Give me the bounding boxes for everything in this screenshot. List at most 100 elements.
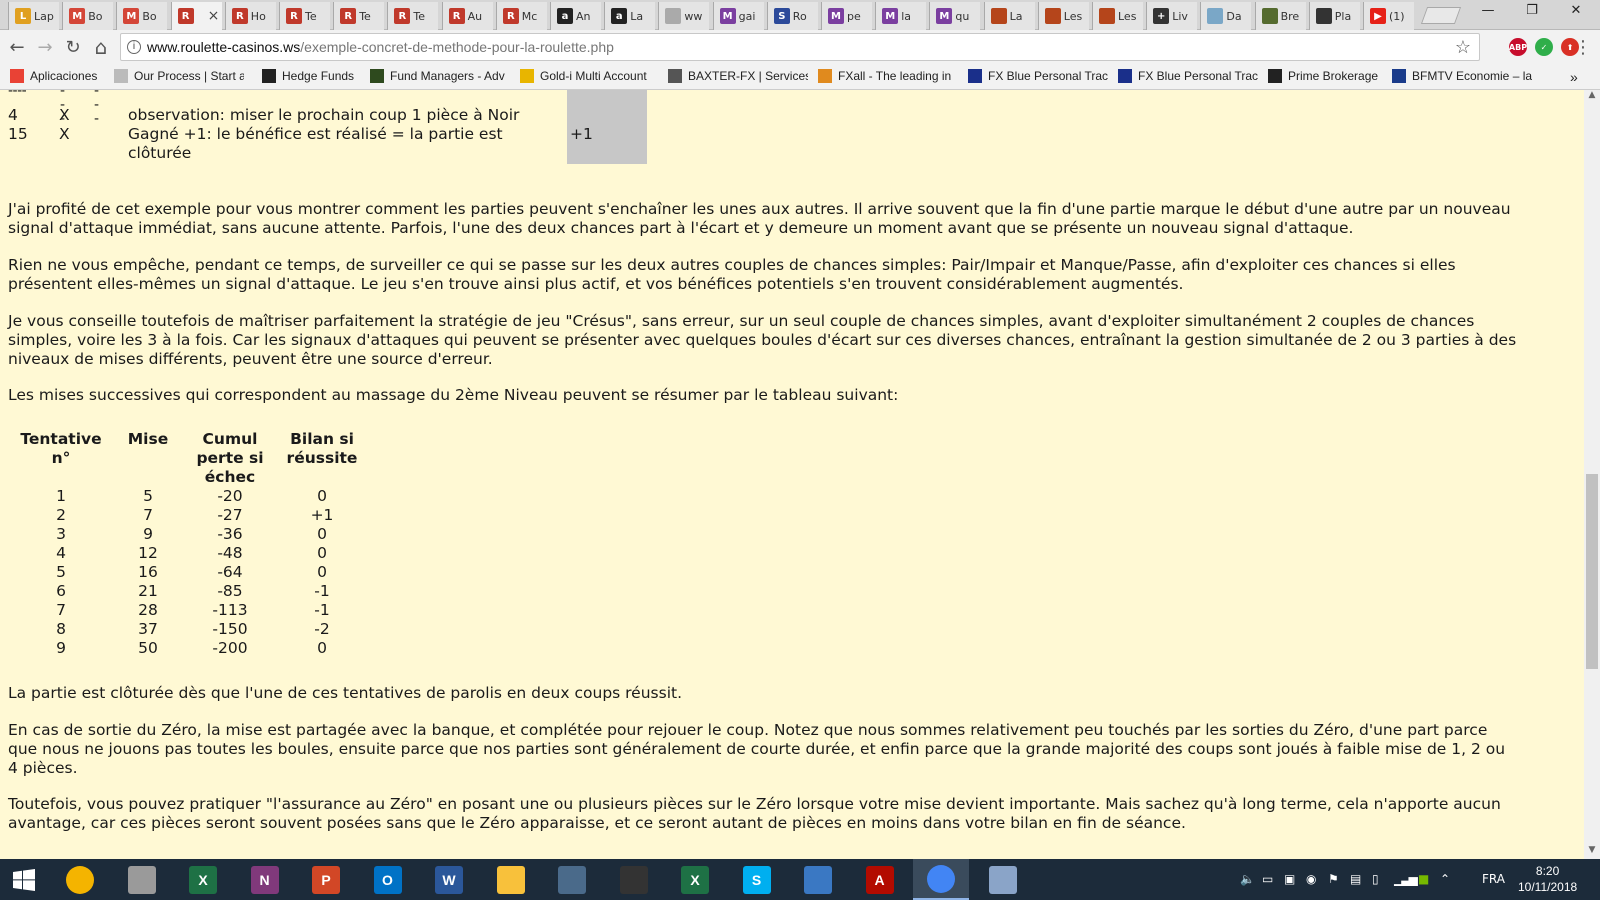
taskbar-app[interactable] — [790, 859, 846, 900]
address-bar[interactable]: i www.roulette-casinos.ws/exemple-concre… — [120, 33, 1480, 61]
notification-expand-icon[interactable]: ⌃ — [1440, 872, 1450, 886]
bookmark-item[interactable]: BFMTV Economie – la — [1392, 69, 1532, 83]
info-icon[interactable]: i — [127, 40, 141, 54]
bookmark-label: FX Blue Personal Trac — [1138, 69, 1258, 83]
browser-tab[interactable]: S Ro — [766, 2, 818, 30]
header-line: échec — [204, 468, 256, 486]
browser-tab[interactable]: Pla — [1308, 2, 1360, 30]
tab-title: Te — [359, 9, 371, 23]
taskbar-app[interactable]: S — [729, 859, 785, 900]
restore-window-button[interactable]: ❐ — [1512, 0, 1552, 20]
scroll-up-arrow-icon[interactable]: ▲ — [1584, 90, 1600, 104]
tray-app-icon[interactable]: ◉ — [1306, 872, 1316, 886]
taskbar-app[interactable] — [483, 859, 539, 900]
browser-tab[interactable]: a La — [604, 2, 656, 30]
page-scrollbar[interactable]: ▲ ▼ — [1584, 90, 1600, 859]
table-cell: 2 — [56, 506, 66, 524]
browser-tab[interactable]: L Lap — [8, 2, 59, 30]
bookmark-item[interactable]: Aplicaciones — [10, 69, 97, 83]
browser-tab[interactable]: a An — [550, 2, 601, 30]
bookmark-item[interactable]: FXall - The leading in — [818, 69, 951, 83]
browser-tab[interactable]: La — [983, 2, 1035, 30]
taskbar-app[interactable] — [114, 859, 170, 900]
more-bookmarks-button[interactable]: » — [1570, 69, 1578, 85]
taskbar-app[interactable]: A — [852, 859, 908, 900]
tab-title: Ho — [250, 9, 266, 23]
check-extension-icon[interactable]: ✓ — [1535, 38, 1553, 56]
reload-button[interactable]: ↻ — [60, 34, 86, 60]
bookmark-item[interactable]: FX Blue Personal Trac — [968, 69, 1108, 83]
minimize-window-button[interactable]: — — [1468, 0, 1508, 20]
taskbar-app[interactable]: O — [360, 859, 416, 900]
taskbar-app[interactable] — [606, 859, 662, 900]
taskbar-app[interactable]: X — [175, 859, 231, 900]
taskbar-app[interactable] — [975, 859, 1031, 900]
browser-tab[interactable]: Da — [1200, 2, 1252, 30]
back-button[interactable]: ← — [4, 34, 30, 60]
url-path: /exemple-concret-de-methode-pour-la-roul… — [300, 39, 614, 55]
forward-button[interactable]: → — [32, 34, 58, 60]
bookmark-item[interactable]: Gold-i Multi Account — [520, 69, 647, 83]
flag-icon[interactable]: ⚑ — [1328, 872, 1339, 886]
taskbar-app[interactable] — [52, 859, 108, 900]
browser-tab[interactable]: R Te — [279, 2, 330, 30]
home-button[interactable]: ⌂ — [88, 34, 114, 60]
scrollbar-thumb[interactable] — [1586, 474, 1598, 669]
browser-tab[interactable]: R Au — [441, 2, 493, 30]
bookmark-item[interactable]: Our Process | Start a — [114, 69, 244, 83]
upload-extension-icon[interactable]: ⬆ — [1561, 38, 1579, 56]
tray-app-icon[interactable]: ▭ — [1262, 872, 1273, 886]
bookmark-item[interactable]: Fund Managers - Adv — [370, 69, 505, 83]
browser-tab[interactable]: M Bo — [62, 2, 114, 30]
tab-title: Les — [1063, 9, 1083, 23]
taskbar-app[interactable] — [544, 859, 600, 900]
bookmark-item[interactable]: FX Blue Personal Trac — [1118, 69, 1258, 83]
browser-tab[interactable]: R Te — [387, 2, 439, 30]
bookmark-item[interactable]: BAXTER-FX | Services — [668, 69, 808, 83]
back-arrow-icon: ← — [9, 36, 25, 58]
browser-tab[interactable]: R × — [170, 2, 222, 30]
browser-tab[interactable]: R Mc — [495, 2, 547, 30]
browser-tab[interactable]: Mgai — [712, 2, 764, 30]
taskbar-app[interactable]: N — [237, 859, 293, 900]
bookmark-item[interactable]: Hedge Funds — [262, 69, 354, 83]
taskbar-app[interactable]: P — [298, 859, 354, 900]
browser-tab[interactable]: Les — [1037, 2, 1089, 30]
network-tray-icon[interactable]: ▣ — [1284, 872, 1295, 886]
browser-tab[interactable]: + Liv — [1146, 2, 1198, 30]
printer-icon[interactable]: ▤ — [1350, 872, 1361, 886]
wifi-signal-icon[interactable]: ▁▃▅ — [1394, 872, 1418, 886]
browser-tab[interactable]: Mpe — [821, 2, 872, 30]
browser-tab[interactable]: R Te — [333, 2, 385, 30]
taskbar-app[interactable]: X — [667, 859, 723, 900]
tab-close-icon[interactable]: × — [208, 8, 220, 24]
battery-icon[interactable]: ▯ — [1372, 872, 1379, 886]
start-button[interactable] — [0, 859, 48, 900]
browser-tab[interactable]: ww — [658, 2, 710, 30]
bookmark-item[interactable]: Prime Brokerage — [1268, 69, 1378, 83]
paragraph-line: Je vous conseille toutefois de maîtriser… — [8, 312, 1475, 330]
tab-favicon-icon: L — [15, 8, 31, 24]
table-cell: 7 — [143, 506, 153, 524]
browser-tab[interactable]: Les — [1092, 2, 1143, 30]
adblock-icon[interactable]: ABP — [1509, 38, 1527, 56]
volume-icon[interactable]: 🔈 — [1240, 872, 1255, 886]
browser-tab[interactable]: R Ho — [224, 2, 276, 30]
browser-tab[interactable]: Mqu — [929, 2, 981, 30]
close-window-button[interactable]: ✕ — [1556, 0, 1596, 20]
windows-logo-icon — [13, 868, 35, 891]
notepad-icon — [127, 865, 156, 894]
taskbar-app[interactable]: W — [421, 859, 477, 900]
bookmark-star-icon[interactable]: ☆ — [1455, 37, 1471, 58]
browser-tab[interactable]: M Bo — [116, 2, 168, 30]
clock[interactable]: 8:20 10/11/2018 — [1518, 863, 1577, 895]
scroll-down-arrow-icon[interactable]: ▼ — [1584, 845, 1600, 859]
language-indicator[interactable]: FRA — [1482, 872, 1505, 886]
browser-tab[interactable]: Bre — [1254, 2, 1306, 30]
taskbar-app[interactable] — [913, 859, 969, 900]
new-tab-button[interactable] — [1420, 7, 1462, 24]
browser-tab[interactable]: Mla — [875, 2, 927, 30]
table-cell: -150 — [212, 620, 248, 638]
nvidia-icon[interactable]: ■ — [1418, 872, 1429, 886]
browser-tab[interactable]: ▶ (1) — [1363, 2, 1414, 30]
